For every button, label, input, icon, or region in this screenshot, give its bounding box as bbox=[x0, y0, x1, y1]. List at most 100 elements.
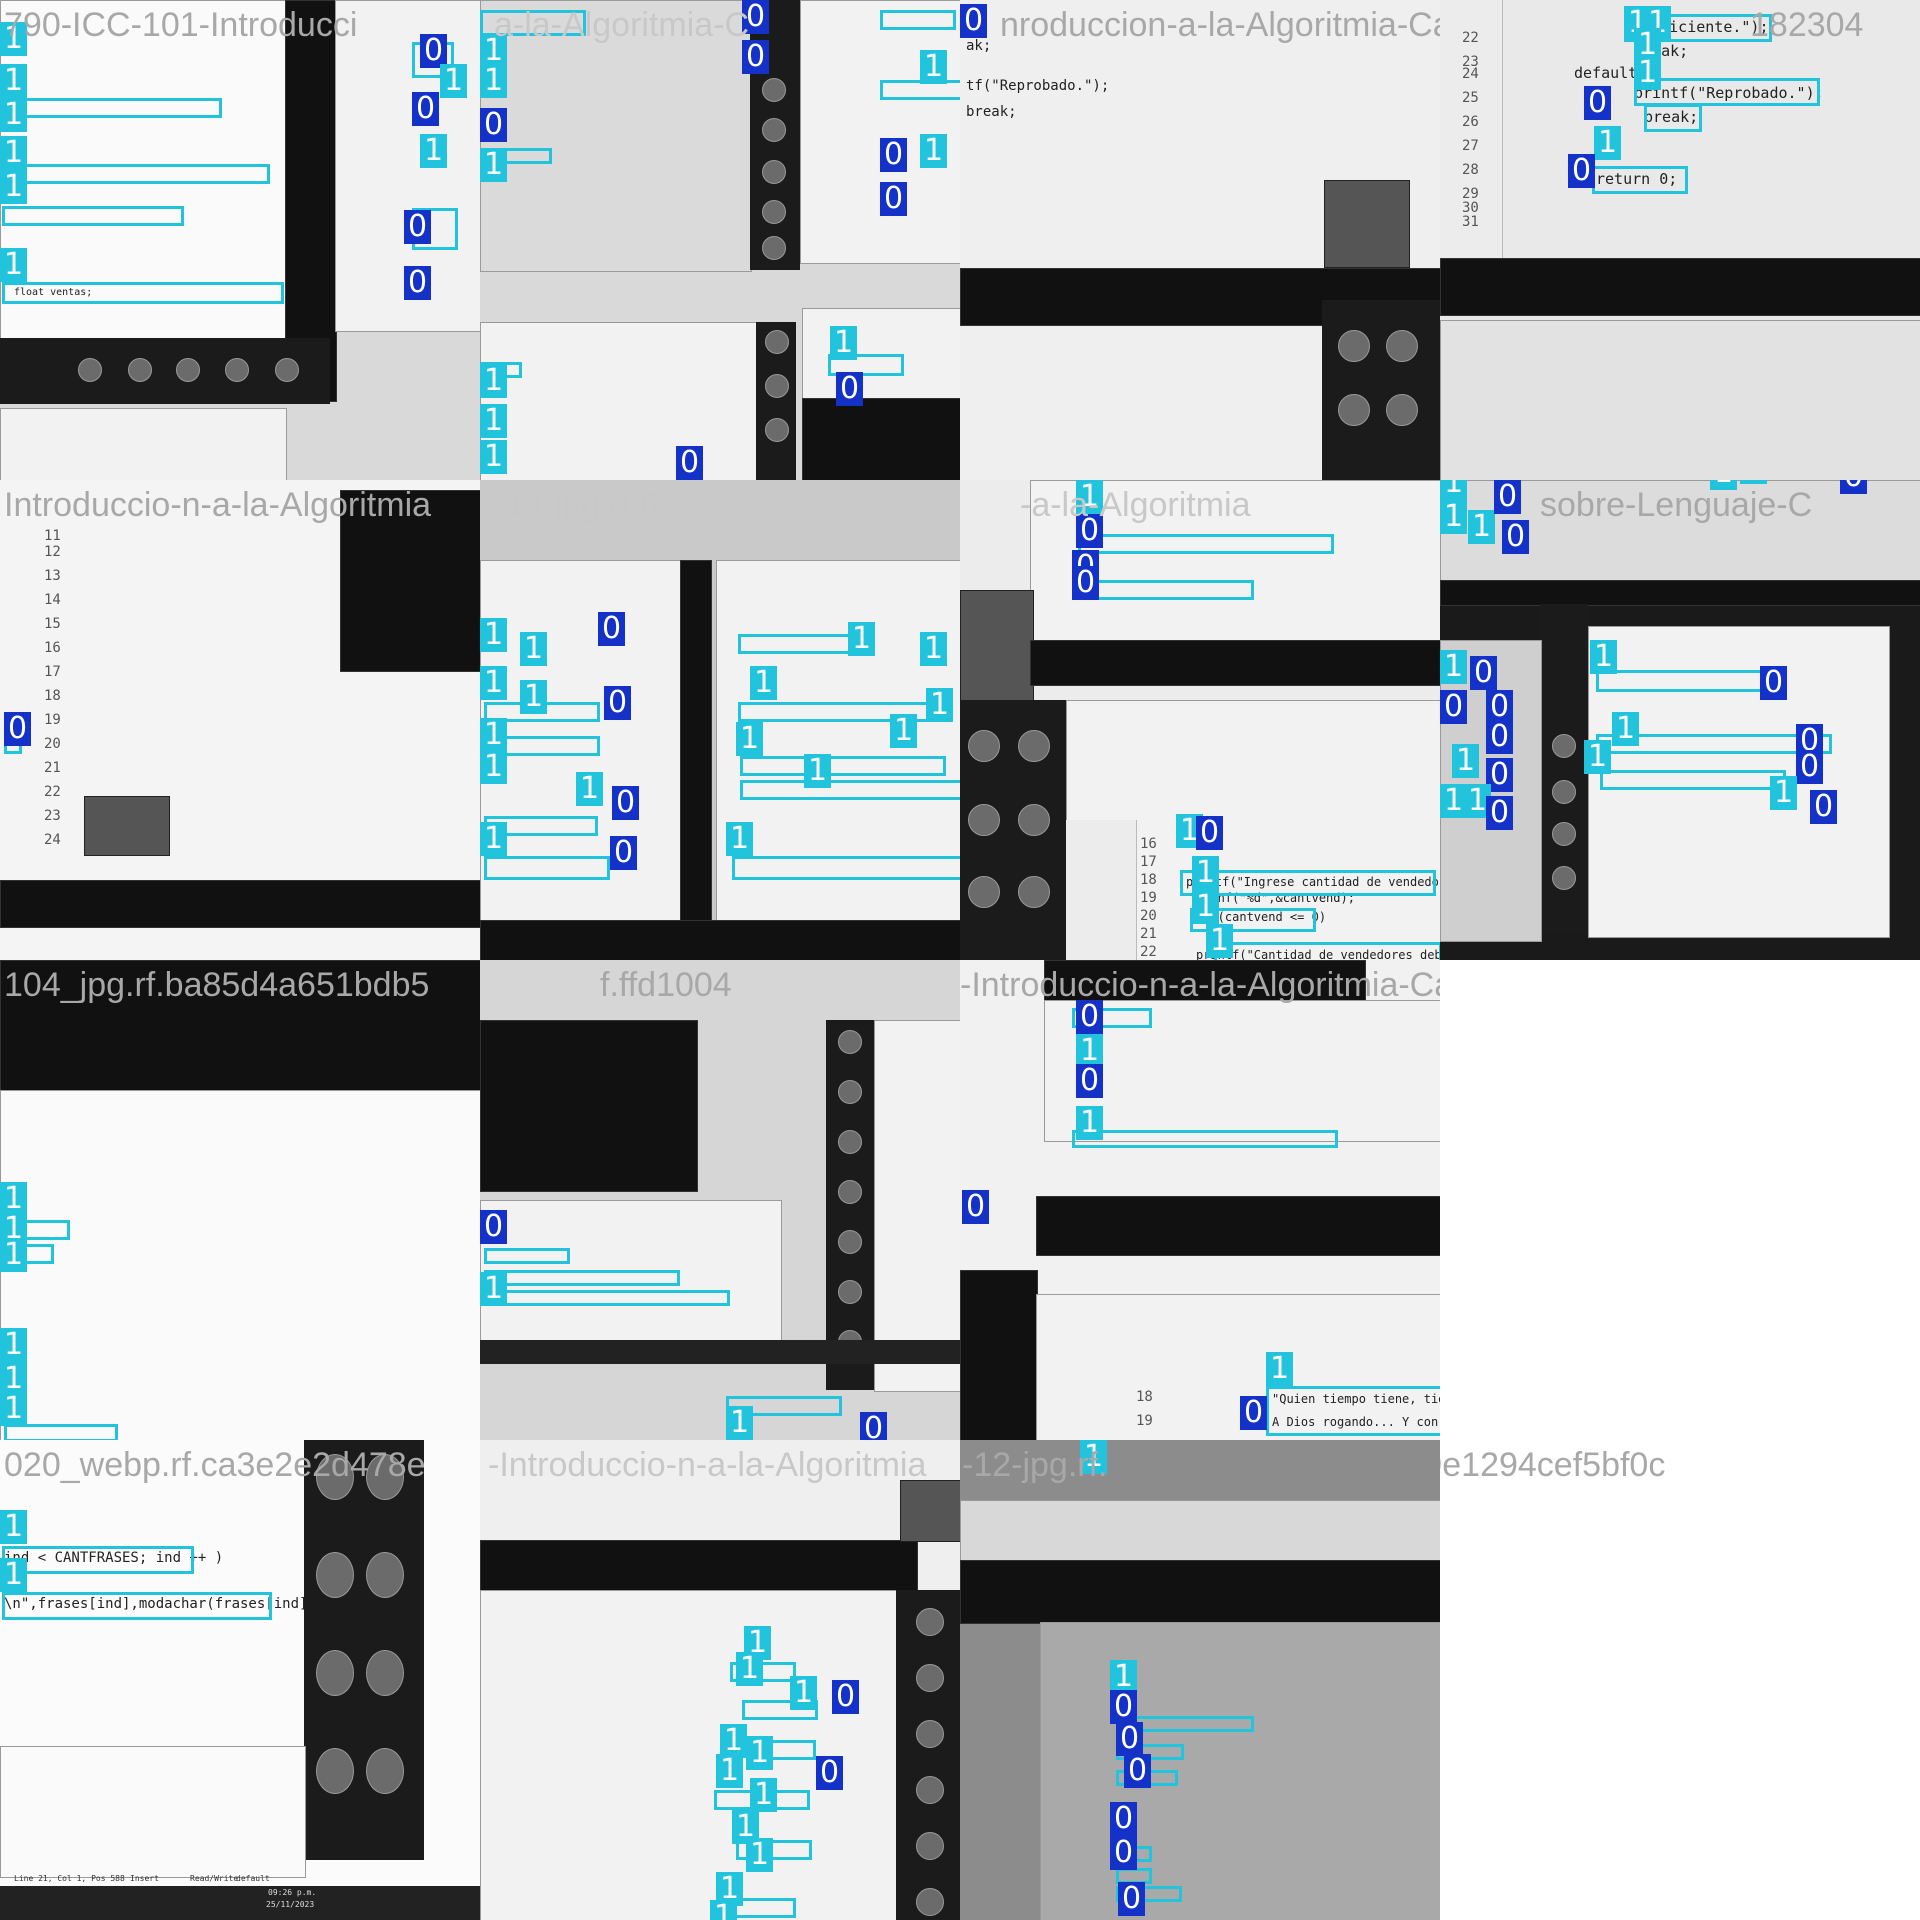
class-label-1: 1 bbox=[1468, 510, 1496, 544]
class-label-0: 0 bbox=[412, 92, 440, 126]
codeblocks-window bbox=[874, 1020, 960, 1392]
line-number: 24 bbox=[44, 832, 61, 848]
participant-avatar bbox=[762, 200, 786, 224]
detection-box bbox=[484, 1290, 730, 1306]
tile-r1c3: ak; tf("Reprobado."); break; 0 nroduccio… bbox=[960, 0, 1440, 480]
codeblocks-window bbox=[480, 1590, 918, 1920]
class-label-1: 1 bbox=[480, 440, 508, 474]
tile-r4c3: 1 0 0 0 0 0 0 1 -12-jpg.rf. bbox=[960, 1440, 1440, 1920]
class-label-0: 0 bbox=[480, 1210, 508, 1244]
class-label-1: 1 bbox=[750, 666, 778, 700]
tile-r3c3: "Quien tiempo tiene, tiemp A Dios rogand… bbox=[960, 960, 1440, 1440]
class-label-0: 0 bbox=[1440, 690, 1468, 724]
code-line: tf("Reprobado."); bbox=[966, 78, 1110, 94]
class-label-1: 1 bbox=[0, 136, 28, 170]
class-label-1: 1 bbox=[920, 134, 948, 168]
class-label-1: 1 bbox=[920, 50, 948, 84]
detection-box bbox=[1078, 580, 1254, 600]
class-label-1: 1 bbox=[480, 666, 508, 700]
tile-filename: f.ffd1004 bbox=[600, 966, 732, 1004]
participant-avatar bbox=[1386, 330, 1418, 362]
detection-box bbox=[1072, 1130, 1338, 1148]
participant-avatar bbox=[176, 358, 200, 382]
detection-box bbox=[1644, 104, 1702, 132]
codeblocks-window bbox=[1440, 320, 1920, 480]
participant-avatar bbox=[762, 236, 786, 260]
class-label-0: 0 bbox=[1118, 1882, 1146, 1916]
participant-avatar bbox=[765, 418, 789, 442]
status-readwrite: Read/Write bbox=[190, 1874, 239, 1883]
tile-r1c1: float ventas; 1 1 1 1 1 1 0 0 0 0 1 1 79… bbox=[0, 0, 480, 480]
participant-avatar bbox=[838, 1280, 862, 1304]
class-label-0: 0 bbox=[1240, 1396, 1268, 1430]
detection-box bbox=[484, 1270, 680, 1286]
class-label-0: 0 bbox=[962, 1190, 990, 1224]
console-output bbox=[480, 1020, 698, 1192]
participant-avatar bbox=[366, 1552, 404, 1598]
class-label-1: 1 bbox=[0, 98, 28, 132]
class-label-1: 1 bbox=[0, 248, 28, 282]
participants-strip bbox=[960, 700, 1066, 960]
class-label-1: 1 bbox=[1076, 1106, 1104, 1140]
class-label-0: 0 bbox=[1072, 566, 1100, 600]
black-panel bbox=[680, 560, 712, 922]
class-label-0: 0 bbox=[1796, 750, 1824, 784]
class-label-1: 1 bbox=[480, 822, 508, 856]
class-label-1: 1 bbox=[1740, 480, 1768, 484]
black-band bbox=[480, 1540, 918, 1592]
class-label-1: 1 bbox=[1612, 712, 1640, 746]
status-insert: Insert bbox=[130, 1874, 159, 1883]
status-default: default bbox=[236, 1874, 270, 1883]
tile-r2c1: 11 12 13 14 15 16 17 18 19 20 21 22 23 2… bbox=[0, 480, 480, 960]
participant-avatar bbox=[916, 1608, 944, 1636]
black-band bbox=[1036, 1196, 1440, 1256]
participant-avatar bbox=[275, 358, 299, 382]
black-band bbox=[0, 960, 480, 1092]
participants-strip bbox=[1322, 300, 1440, 480]
participant-avatar bbox=[838, 1030, 862, 1054]
class-label-1: 1 bbox=[480, 1272, 508, 1306]
line-number: 22 bbox=[1462, 30, 1479, 46]
class-label-1: 1 bbox=[890, 714, 918, 748]
class-label-0: 0 bbox=[1076, 1064, 1104, 1098]
class-label-1: 1 bbox=[1192, 856, 1220, 890]
participant-avatar bbox=[1552, 866, 1576, 890]
black-band bbox=[1440, 258, 1920, 316]
class-label-1: 1 bbox=[1770, 776, 1798, 810]
tile-filename: c16d1fb3d2832a9e1294cef5bf0c bbox=[1440, 1446, 1666, 1484]
class-label-1: 1 bbox=[736, 1652, 764, 1686]
tile-r4c2: 1 1 1 0 1 1 1 0 1 1 1 1 1 -Introduccio-n… bbox=[480, 1440, 960, 1920]
class-label-0: 0 bbox=[1486, 720, 1514, 754]
detection-box bbox=[880, 10, 956, 30]
class-label-0: 0 bbox=[880, 138, 908, 172]
class-label-1: 1 bbox=[576, 772, 604, 806]
class-label-1: 1 bbox=[1076, 480, 1104, 514]
black-band bbox=[0, 880, 480, 928]
detection-box bbox=[2, 282, 284, 304]
taskbar bbox=[0, 1886, 480, 1920]
class-label-1: 1 bbox=[750, 1778, 778, 1812]
tile-r1c4: 22 23 24 25 26 27 28 29 30 31 ("Suficien… bbox=[1440, 0, 1920, 480]
detection-box bbox=[1596, 670, 1782, 692]
participant-avatar bbox=[916, 1720, 944, 1748]
taskbar-time: 09:26 p.m. bbox=[268, 1888, 317, 1897]
participant-avatar bbox=[225, 358, 249, 382]
detection-box bbox=[740, 756, 946, 776]
detection-box bbox=[2, 1546, 194, 1574]
class-label-1: 1 bbox=[0, 64, 28, 98]
class-label-0: 0 bbox=[1124, 1754, 1152, 1788]
class-label-1: 1 bbox=[480, 404, 508, 438]
detection-box bbox=[1266, 1386, 1440, 1436]
participant-avatar bbox=[762, 118, 786, 142]
build-log-panel bbox=[0, 1746, 306, 1878]
participants-strip bbox=[756, 322, 796, 480]
tile-r3c1: 1 1 1 1 1 1 104_jpg.rf.ba85d4a651bdb5 bbox=[0, 960, 480, 1440]
participant-avatar bbox=[765, 330, 789, 354]
presenter-webcam bbox=[960, 590, 1034, 702]
participant-avatar bbox=[968, 730, 1000, 762]
tile-filename: -14-jpg.rf.8 bbox=[494, 486, 659, 524]
tile-filename: nroduccion-a-la-Algoritmia-Ca-psula bbox=[1000, 6, 1440, 44]
class-label-0: 0 bbox=[1568, 154, 1596, 188]
line-number: 19 bbox=[44, 712, 61, 728]
participant-avatar bbox=[1338, 394, 1370, 426]
